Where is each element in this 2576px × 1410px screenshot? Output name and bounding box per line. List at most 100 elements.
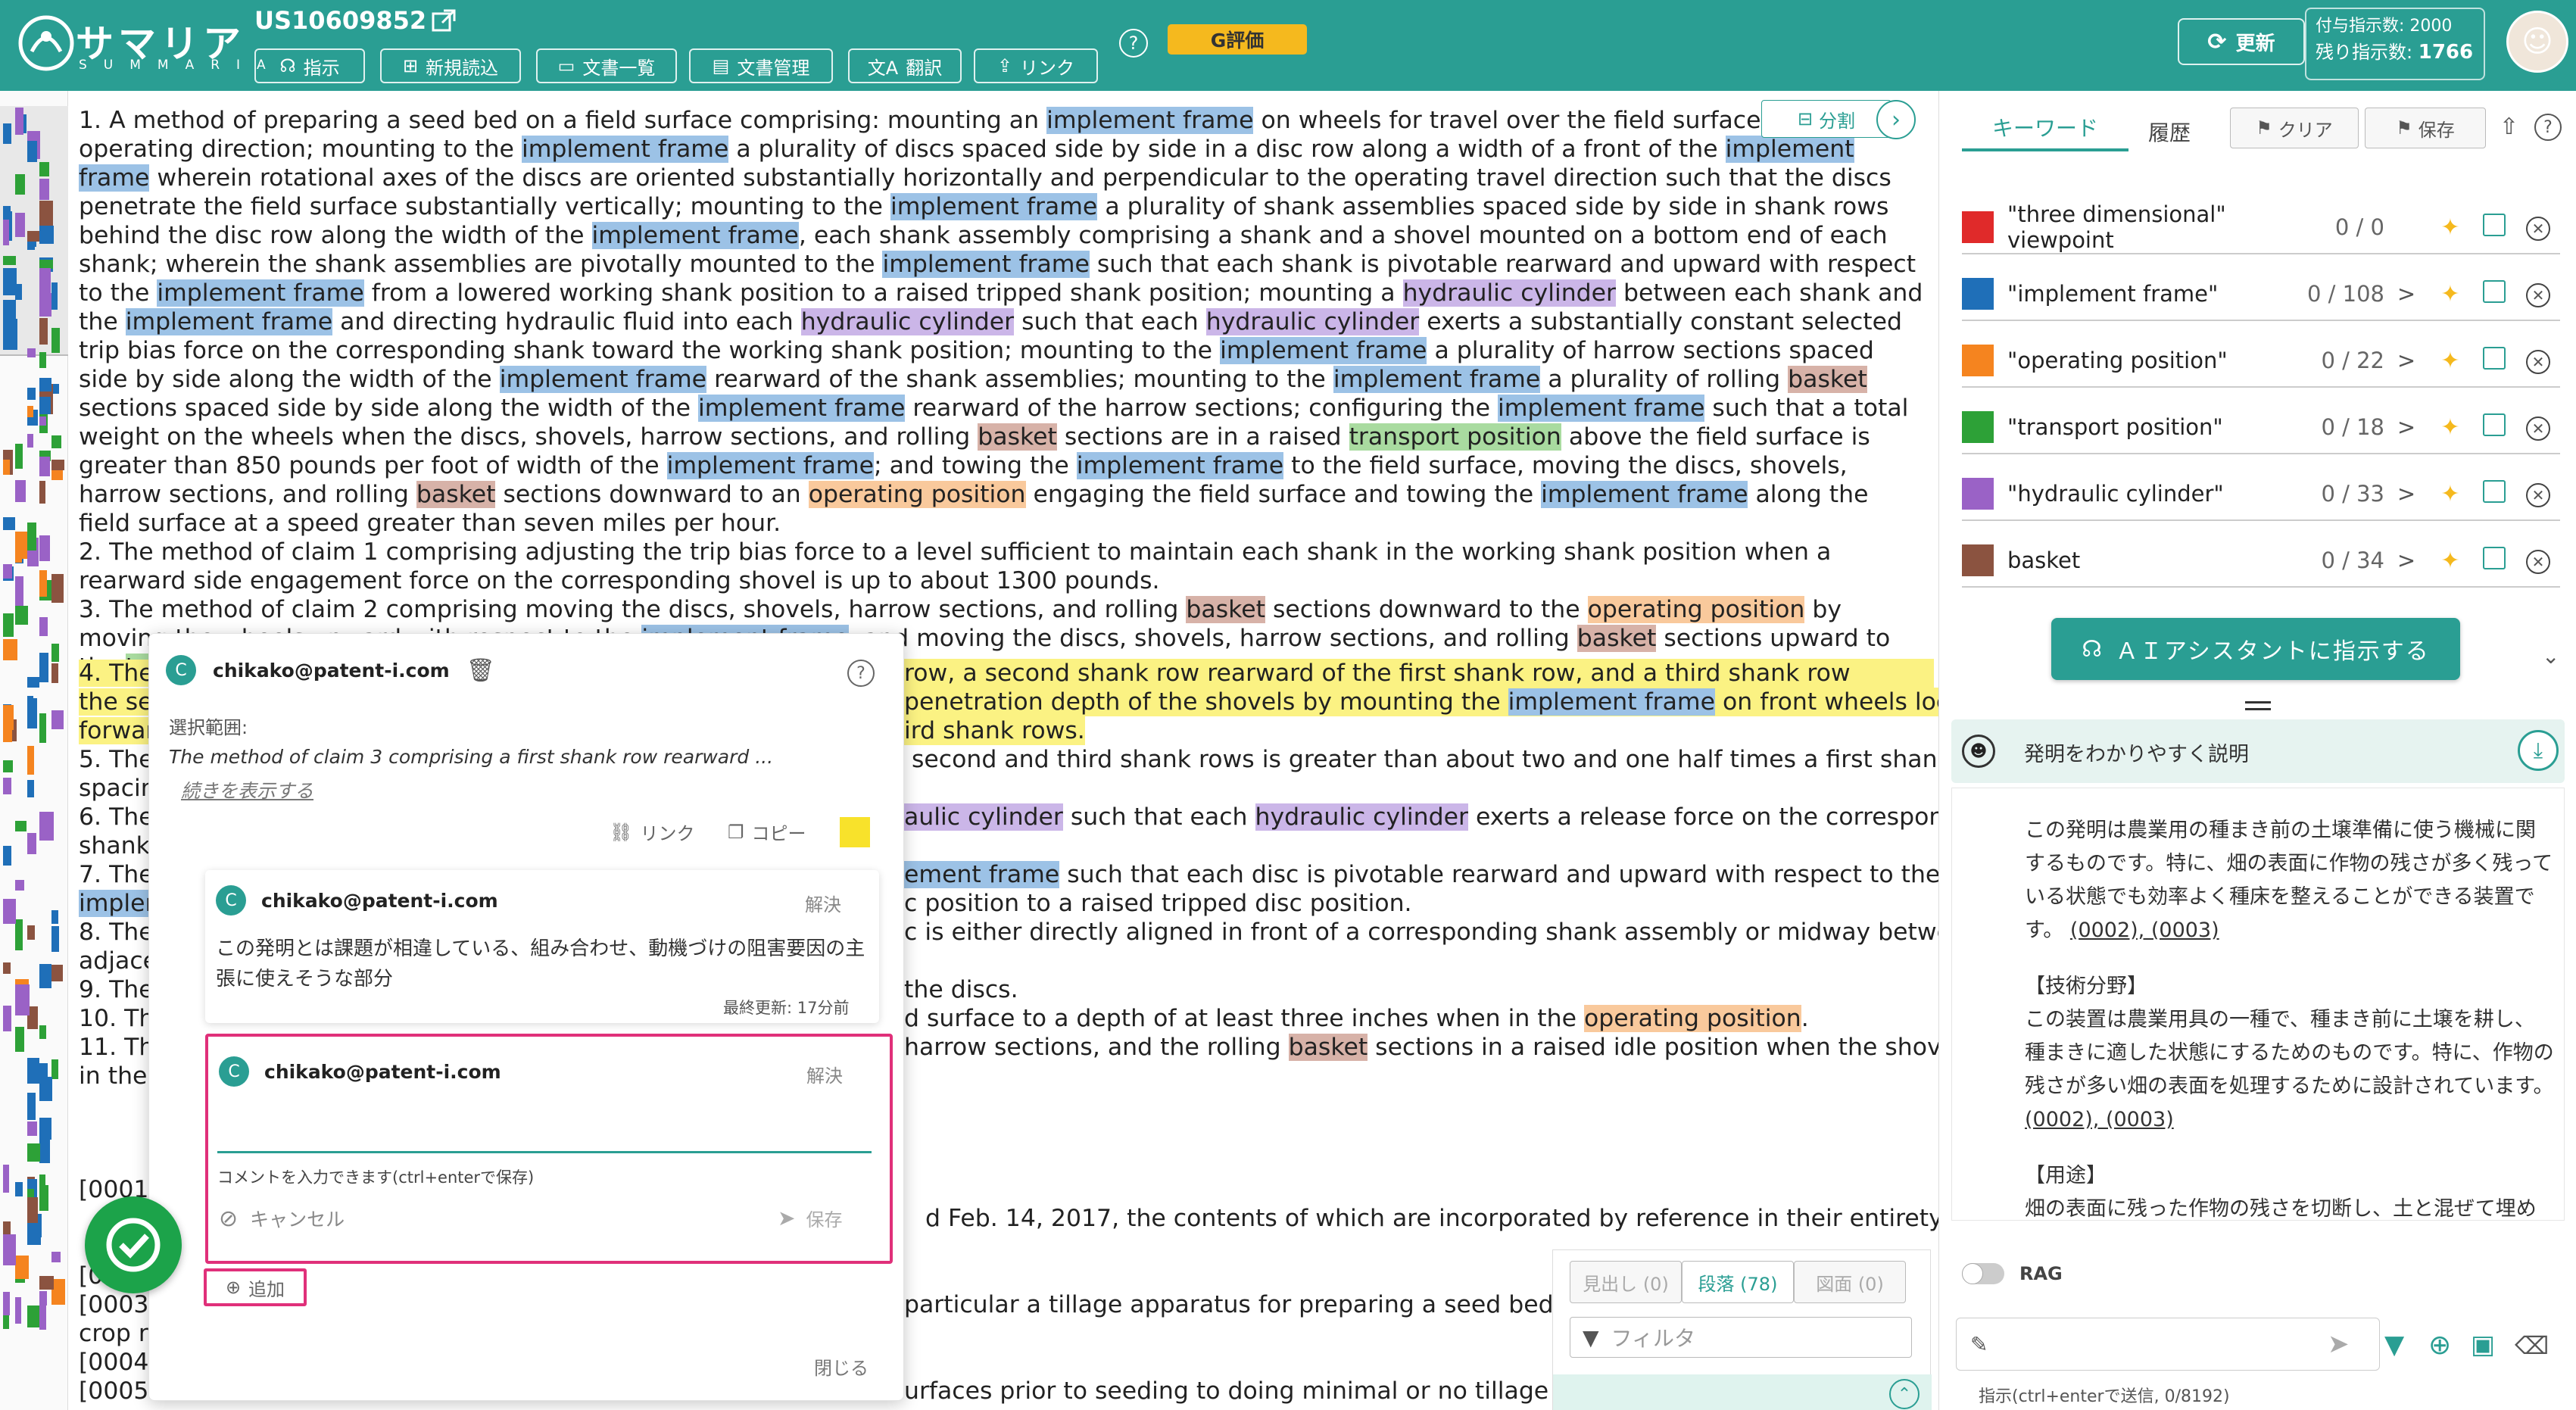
text-run: such that each <box>1014 308 1206 335</box>
comment-text: この発明とは課題が相違している、組み合わせ、動機づけの阻害要因の主張に使えそうな… <box>216 937 865 990</box>
keyword-highlight: hydraulic cylinder <box>800 308 1015 335</box>
keyword-color-swatch[interactable] <box>1962 411 1994 443</box>
upload-icon[interactable]: ⇧ <box>2500 114 2518 140</box>
keyword-row[interactable]: "operating position" 0 / 22 > ✦ ✕ <box>1962 335 2560 388</box>
comment-card: C chikako@patent-i.com 解決 この発明とは課題が相違してい… <box>205 870 879 1023</box>
keyword-row[interactable]: "hydraulic cylinder" 0 / 33 > ✦ ✕ <box>1962 468 2560 521</box>
next-chevron-icon[interactable]: > <box>2384 414 2428 440</box>
keyword-color-swatch[interactable] <box>1962 478 1994 510</box>
add-prompt-icon[interactable]: ⊕ <box>2428 1330 2451 1361</box>
filter-input[interactable]: ▼ フィルタ <box>1570 1317 1912 1358</box>
instruction-input[interactable]: ✎ ➤ <box>1956 1318 2380 1371</box>
keyword-color-swatch[interactable] <box>1962 345 1994 376</box>
remove-keyword-icon[interactable]: ✕ <box>2526 416 2550 441</box>
minimap-mark <box>27 746 34 775</box>
clear-button[interactable]: ⚑ クリア <box>2230 108 2359 148</box>
keyword-color-swatch[interactable] <box>1962 544 1994 576</box>
save-comment-button[interactable]: ➤ 保存 <box>778 1205 842 1231</box>
help-icon[interactable]: ? <box>1119 29 1148 58</box>
document-minimap[interactable] <box>0 91 68 1410</box>
keyword-color-swatch[interactable] <box>1962 278 1994 310</box>
update-button[interactable]: ⟳ 更新 <box>2178 18 2305 65</box>
keyword-count: 0 / 0 <box>2334 214 2384 240</box>
keyword-checkbox[interactable] <box>2483 479 2506 503</box>
cancel-button[interactable]: ⊘ キャンセル <box>219 1205 345 1232</box>
keyword-row[interactable]: "transport position" 0 / 18 > ✦ ✕ <box>1962 401 2560 454</box>
next-chevron-icon[interactable]: > <box>2384 281 2428 307</box>
keyword-checkbox[interactable] <box>2483 213 2506 236</box>
keyword-row[interactable]: "three dimensional" viewpoint 0 / 0 ✦ ✕ <box>1962 201 2560 254</box>
new-resolve-button[interactable]: 解決 <box>806 1061 843 1087</box>
keyword-checkbox[interactable] <box>2483 346 2506 370</box>
keyword-highlight: transport position <box>1349 423 1561 451</box>
nav-translate-button[interactable]: 文A 翻訳 <box>848 48 962 83</box>
filter-result-row <box>1553 1374 1932 1410</box>
next-chevron-icon[interactable]: > <box>2384 547 2428 573</box>
remove-keyword-icon[interactable]: ✕ <box>2526 217 2550 241</box>
clear-input-icon[interactable]: ⌫ <box>2515 1331 2549 1360</box>
keyword-name: "implement frame" <box>2007 281 2219 307</box>
link-button[interactable]: ⛓ リンク <box>610 819 694 845</box>
collapse-panel-arrow-icon[interactable]: › <box>1876 100 1916 139</box>
nav-new-load-button[interactable]: ⊞ 新規読込 <box>380 48 521 83</box>
keyword-row[interactable]: basket 0 / 34 > ✦ ✕ <box>1962 535 2560 588</box>
remove-keyword-icon[interactable]: ✕ <box>2526 350 2550 374</box>
expand-chevron-icon[interactable]: ⌃ <box>1889 1379 1920 1409</box>
resize-handle[interactable] <box>2245 701 2271 710</box>
keyword-checkbox[interactable] <box>2483 279 2506 303</box>
sparkle-icon[interactable]: ✦ <box>2428 214 2472 241</box>
comment-input[interactable] <box>217 1112 872 1153</box>
remove-keyword-icon[interactable]: ✕ <box>2526 483 2550 507</box>
split-view-button[interactable]: ⊟ 分割 <box>1761 100 1891 138</box>
add-comment-button[interactable]: ⊕ 追加 <box>204 1268 307 1306</box>
comment-updated: 最終更新: 17分前 <box>723 999 850 1017</box>
nav-doc-manage-button[interactable]: ▤ 文書管理 <box>689 48 833 83</box>
sparkle-icon[interactable]: ✦ <box>2428 281 2472 307</box>
tab-headings[interactable]: 見出し (0) <box>1570 1261 1682 1303</box>
nav-instruct-button[interactable]: ☊ 指示 <box>254 48 365 83</box>
nav-link-button[interactable]: ⇪ リンク <box>974 48 1098 83</box>
download-icon[interactable]: ⤓ <box>2518 730 2559 771</box>
close-popup-button[interactable]: 閉じる <box>814 1353 869 1380</box>
tab-history[interactable]: 履歴 <box>2148 117 2191 147</box>
save-keywords-button[interactable]: ⚑ 保存 <box>2365 108 2486 148</box>
copy-button[interactable]: ❐ コピー <box>728 819 806 845</box>
popup-help-icon[interactable]: ? <box>847 660 875 687</box>
collapse-chevron-icon[interactable]: ⌄ <box>2542 644 2559 669</box>
minimap-mark <box>39 812 54 841</box>
sparkle-icon[interactable]: ✦ <box>2428 481 2472 507</box>
sparkle-icon[interactable]: ✦ <box>2428 348 2472 374</box>
minimap-mark <box>3 1315 9 1329</box>
remove-keyword-icon[interactable]: ✕ <box>2526 283 2550 307</box>
tab-keywords[interactable]: キーワード <box>1962 112 2128 151</box>
ai-assistant-button[interactable]: ☊ ＡＩアシスタントに指示する <box>2051 618 2460 680</box>
next-chevron-icon[interactable]: > <box>2384 481 2428 507</box>
send-instruction-icon[interactable]: ➤ <box>2328 1329 2350 1359</box>
show-more-link[interactable]: 続きを表示する <box>181 776 313 803</box>
remove-keyword-icon[interactable]: ✕ <box>2526 550 2550 574</box>
highlight-color-swatch[interactable] <box>840 817 870 847</box>
keyword-checkbox[interactable] <box>2483 546 2506 569</box>
rag-toggle[interactable] <box>1962 1263 2004 1284</box>
nav-doc-list-button[interactable]: ▭ 文書一覧 <box>536 48 677 83</box>
sparkle-icon[interactable]: ✦ <box>2428 414 2472 441</box>
tab-drawings[interactable]: 図面 (0) <box>1794 1261 1906 1303</box>
keyword-checkbox[interactable] <box>2483 413 2506 436</box>
explain-refs-2[interactable]: (0002), (0003) <box>2025 1108 2174 1131</box>
keyword-count: 0 / 18 <box>2321 414 2384 440</box>
user-avatar[interactable]: ☺ <box>2506 11 2568 73</box>
keyword-color-swatch[interactable] <box>1962 211 1994 243</box>
sparkle-icon[interactable]: ✦ <box>2428 547 2472 574</box>
explain-refs-1[interactable]: (0002), (0003) <box>2070 919 2219 942</box>
minimap-mark <box>39 964 51 988</box>
panel-help-icon[interactable]: ? <box>2534 114 2562 141</box>
next-chevron-icon[interactable]: > <box>2384 348 2428 373</box>
tab-paragraphs[interactable]: 段落 (78) <box>1682 1261 1794 1303</box>
open-external-icon[interactable] <box>430 8 457 35</box>
check-badge-icon[interactable] <box>85 1196 182 1293</box>
image-add-icon[interactable]: ▣ <box>2471 1330 2495 1360</box>
trash-icon[interactable]: 🗑 <box>466 657 495 684</box>
resolve-button[interactable]: 解決 <box>805 890 841 916</box>
filter-funnel-icon[interactable]: ▼ <box>2384 1330 2404 1360</box>
keyword-row[interactable]: "implement frame" 0 / 108 > ✦ ✕ <box>1962 268 2560 321</box>
